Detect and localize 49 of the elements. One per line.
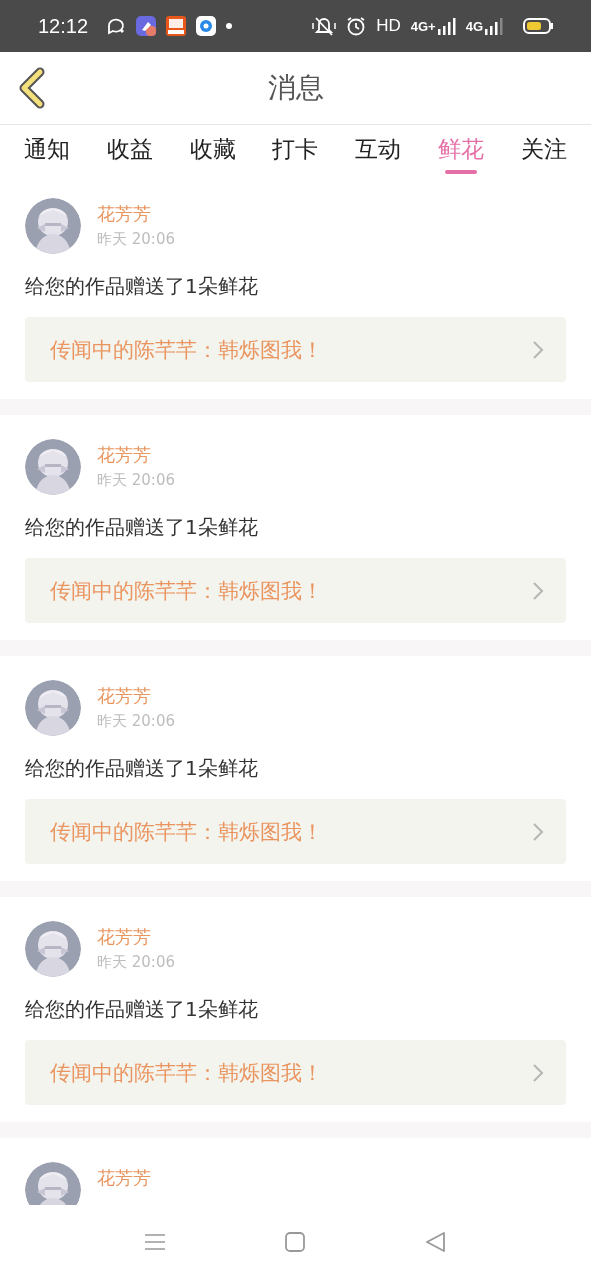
sender-name[interactable]: 花芳芳 [97, 925, 175, 949]
chevron-right-icon [532, 339, 544, 360]
notification-dot-icon [226, 23, 233, 29]
tab[interactable]: 通知 [24, 125, 70, 174]
tab[interactable]: 收藏 [189, 125, 236, 174]
network-label: 4G [465, 18, 483, 34]
alarm-icon [346, 16, 367, 36]
message-time: 昨天 20:06 [97, 230, 175, 249]
home-button[interactable] [285, 1232, 305, 1252]
sender-name[interactable]: 花芳芳 [97, 684, 175, 708]
sender-name[interactable]: 花芳芳 [97, 202, 175, 226]
tab[interactable]: 关注 [520, 125, 567, 174]
status-time: 12:12 [38, 14, 89, 38]
tab[interactable]: 鲜花 [438, 125, 485, 174]
shop-app-icon [166, 16, 187, 36]
battery-icon [523, 18, 553, 34]
chevron-right-icon [532, 1062, 544, 1083]
message-text: 给您的作品赠送了1朵鲜花 [25, 755, 259, 782]
work-link[interactable]: 传闻中的陈芊芊：韩烁图我！ [25, 799, 566, 864]
message-time: 昨天 20:06 [97, 471, 175, 490]
signal-icon [437, 17, 456, 35]
message-text: 给您的作品赠送了1朵鲜花 [25, 273, 259, 300]
signal-icon [485, 17, 503, 35]
menu-button[interactable] [145, 1233, 165, 1251]
chevron-right-icon [532, 580, 544, 601]
page-title: 消息 [267, 70, 324, 106]
tab[interactable]: 打卡 [272, 125, 319, 174]
work-link[interactable]: 传闻中的陈芊芊：韩烁图我！ [25, 1040, 566, 1105]
message-time: 昨天 20:06 [97, 712, 175, 731]
work-link[interactable]: 传闻中的陈芊芊：韩烁图我！ [25, 558, 566, 623]
back-triangle-icon [425, 1232, 446, 1252]
back-triangle-button[interactable] [425, 1232, 446, 1252]
work-link[interactable]: 传闻中的陈芊芊：韩烁图我！ [25, 317, 566, 382]
message-time: 昨天 20:06 [97, 953, 175, 972]
app-icon [136, 16, 157, 36]
network-label: 4G+ [410, 18, 436, 34]
chevron-right-icon [532, 821, 544, 842]
message-text: 给您的作品赠送了1朵鲜花 [25, 514, 259, 541]
tab[interactable]: 互动 [355, 125, 402, 174]
hd-label: HD [376, 16, 401, 36]
sender-name[interactable]: 花芳芳 [97, 443, 175, 467]
home-icon [285, 1232, 305, 1252]
message-text: 给您的作品赠送了1朵鲜花 [25, 996, 259, 1023]
sender-name[interactable]: 花芳芳 [97, 1166, 151, 1190]
menu-icon [145, 1233, 165, 1251]
tab[interactable]: 收益 [106, 125, 153, 174]
chat-icon [106, 16, 127, 36]
browser-app-icon [196, 16, 217, 36]
mute-icon [312, 15, 337, 37]
